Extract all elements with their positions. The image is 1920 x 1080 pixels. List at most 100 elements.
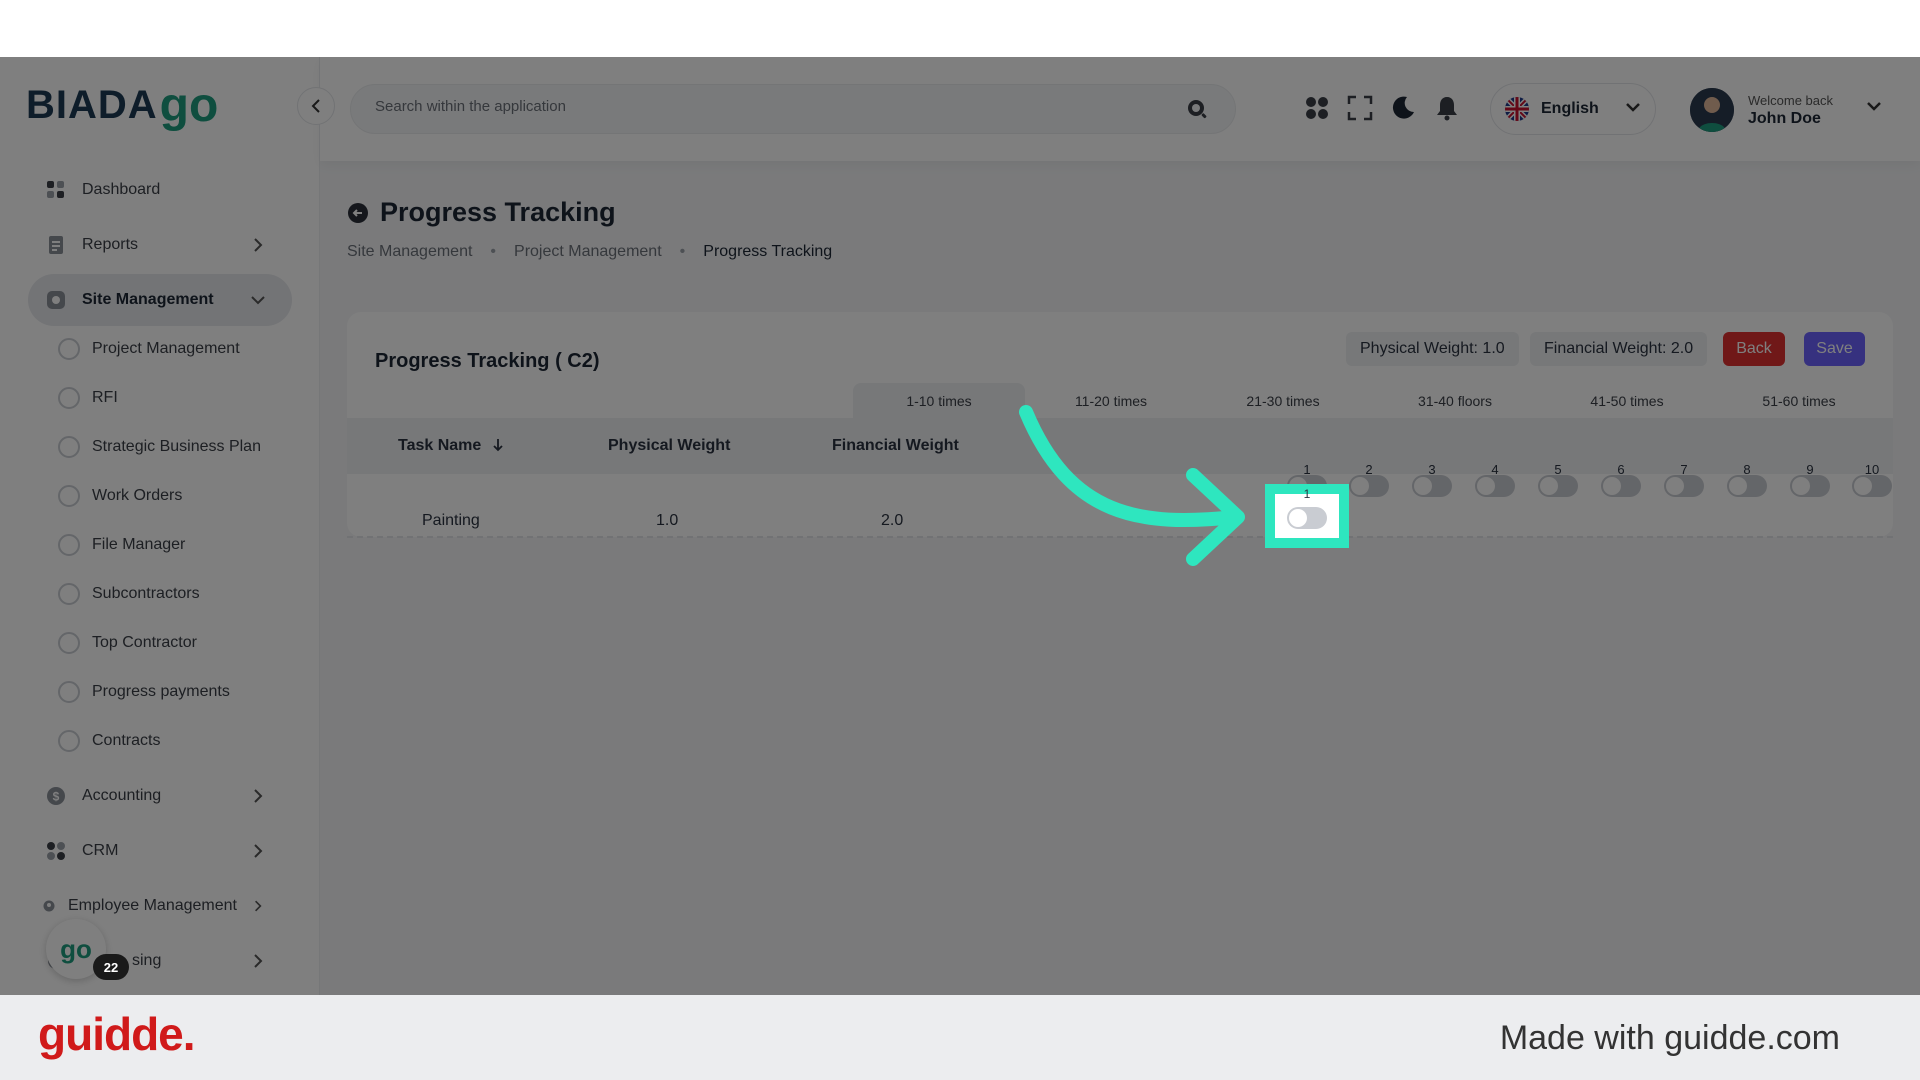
tab-11-20[interactable]: 11-20 times — [1025, 383, 1197, 419]
sidebar-item-site-management[interactable]: Site Management — [28, 274, 292, 326]
sidebar-subitem-progress-payments[interactable]: Progress payments — [58, 672, 298, 712]
circle-icon — [58, 632, 80, 654]
made-with-text: Made with guidde.com — [1499, 1019, 1840, 1057]
app-logo[interactable]: BIADA go — [26, 75, 218, 135]
user-menu[interactable]: Welcome back John Doe — [1690, 83, 1890, 137]
sidebar-item-crm[interactable]: CRM — [28, 825, 292, 877]
tab-21-30[interactable]: 21-30 times — [1197, 383, 1369, 419]
progress-toggle-5[interactable] — [1538, 475, 1578, 497]
physical-weight-chip: Physical Weight: 1.0 — [1346, 332, 1519, 366]
search-input[interactable] — [375, 98, 1155, 115]
progress-toggle-7[interactable] — [1664, 475, 1704, 497]
language-label: English — [1541, 100, 1599, 117]
language-selector[interactable]: English — [1490, 83, 1656, 135]
toggle-label: 1 — [1303, 487, 1311, 501]
circle-icon — [58, 338, 80, 360]
breadcrumb-current: Progress Tracking — [703, 243, 833, 260]
sidebar-item-reports[interactable]: Reports — [28, 219, 292, 271]
sidebar-item-accounting[interactable]: $ Accounting — [28, 770, 292, 822]
sidebar-subitem-project-management[interactable]: Project Management — [58, 329, 298, 369]
logo-text: BIADA — [26, 82, 158, 127]
progress-toggle-1-highlight[interactable] — [1287, 507, 1327, 529]
circle-icon — [58, 730, 80, 752]
dollar-icon: $ — [46, 786, 66, 806]
save-button[interactable]: Save — [1804, 332, 1865, 366]
tab-51-60[interactable]: 51-60 times — [1713, 383, 1885, 419]
financial-weight-chip: Financial Weight: 2.0 — [1530, 332, 1708, 366]
table-header: Task Name Physical Weight Financial Weig… — [347, 418, 1893, 474]
progress-toggle-10[interactable] — [1852, 475, 1892, 497]
search-icon[interactable] — [1187, 99, 1209, 126]
column-task-name[interactable]: Task Name — [398, 437, 504, 455]
progress-toggle-4[interactable] — [1475, 475, 1515, 497]
chat-logo: go — [60, 933, 92, 964]
notification-bell-icon[interactable] — [1432, 93, 1462, 123]
cell-financial: 2.0 — [881, 512, 904, 529]
chevron-right-icon — [248, 896, 268, 916]
dark-mode-icon[interactable] — [1388, 93, 1418, 123]
breadcrumb-separator: • — [490, 243, 497, 260]
dashboard-icon — [46, 180, 66, 200]
guidde-logo[interactable]: guidde. — [38, 1007, 196, 1061]
sidebar-subitem-label: Work Orders — [92, 487, 183, 504]
card-title: Progress Tracking ( C2) — [375, 350, 600, 372]
back-arrow-icon[interactable] — [348, 202, 368, 223]
apps-icon[interactable] — [1302, 93, 1332, 123]
sort-down-icon — [493, 439, 503, 452]
sidebar-subitem-label: Top Contractor — [92, 634, 197, 651]
breadcrumb-project-management[interactable]: Project Management — [514, 243, 662, 261]
back-button[interactable]: Back — [1723, 332, 1785, 366]
guidde-footer: guidde. Made with guidde.com — [0, 995, 1920, 1080]
page-header: Progress Tracking — [348, 197, 616, 228]
sidebar-collapse-button[interactable] — [297, 87, 335, 125]
page-title: Progress Tracking — [380, 197, 616, 227]
circle-icon — [58, 485, 80, 507]
highlighted-toggle[interactable]: 1 — [1265, 484, 1349, 548]
breadcrumb: Site Management • Project Management • P… — [347, 243, 832, 261]
fullscreen-icon[interactable] — [1345, 93, 1375, 123]
reports-icon — [46, 235, 66, 255]
logo-go: go — [159, 78, 219, 132]
sidebar-item-label: Accounting — [82, 787, 162, 804]
sidebar-subitem-work-orders[interactable]: Work Orders — [58, 476, 298, 516]
sidebar-subitem-label: Subcontractors — [92, 585, 200, 602]
progress-toggle-8[interactable] — [1727, 475, 1767, 497]
svg-text:$: $ — [53, 790, 60, 804]
search-bar[interactable] — [350, 84, 1236, 134]
cell-task: Painting — [422, 512, 480, 529]
sidebar-item-dashboard[interactable]: Dashboard — [28, 164, 292, 216]
crm-icon — [46, 841, 66, 861]
progress-toggle-3[interactable] — [1412, 475, 1452, 497]
tab-1-10[interactable]: 1-10 times — [853, 383, 1025, 419]
sidebar: BIADA go Dashboard Reports Site Manageme… — [0, 57, 320, 995]
chevron-down-icon — [1625, 100, 1641, 118]
progress-toggle-6[interactable] — [1601, 475, 1641, 497]
sidebar-subitem-rfi[interactable]: RFI — [58, 378, 298, 418]
sidebar-subitem-subcontractors[interactable]: Subcontractors — [58, 574, 298, 614]
sidebar-subitem-label: Project Management — [92, 340, 240, 357]
app-frame: BIADA go Dashboard Reports Site Manageme… — [0, 57, 1920, 995]
welcome-text: Welcome back — [1748, 92, 1834, 108]
breadcrumb-separator: • — [679, 243, 686, 260]
sidebar-subitem-contracts[interactable]: Contracts — [58, 721, 298, 761]
sidebar-subitem-strategic-business-plan[interactable]: Strategic Business Plan — [58, 427, 298, 467]
column-physical-weight: Physical Weight — [608, 437, 731, 454]
tab-41-50[interactable]: 41-50 times — [1541, 383, 1713, 419]
chevron-down-icon — [1866, 99, 1882, 117]
avatar — [1690, 88, 1734, 132]
sidebar-item-label: CRM — [82, 842, 119, 859]
progress-toggle-2[interactable] — [1349, 475, 1389, 497]
sidebar-item-label: Employee Management — [68, 897, 237, 914]
circle-icon — [58, 681, 80, 703]
sidebar-subitem-file-manager[interactable]: File Manager — [58, 525, 298, 565]
sidebar-subitem-label: Strategic Business Plan — [92, 438, 261, 455]
circle-icon — [58, 534, 80, 556]
uk-flag-icon — [1505, 97, 1529, 121]
progress-toggle-9[interactable] — [1790, 475, 1830, 497]
sidebar-subitem-label: Contracts — [92, 732, 161, 749]
sidebar-subitem-top-contractor[interactable]: Top Contractor — [58, 623, 298, 663]
breadcrumb-site-management[interactable]: Site Management — [347, 243, 472, 261]
chevron-left-icon — [311, 99, 320, 113]
sidebar-item-label: Dashboard — [82, 181, 161, 198]
tab-31-40[interactable]: 31-40 floors — [1369, 383, 1541, 419]
